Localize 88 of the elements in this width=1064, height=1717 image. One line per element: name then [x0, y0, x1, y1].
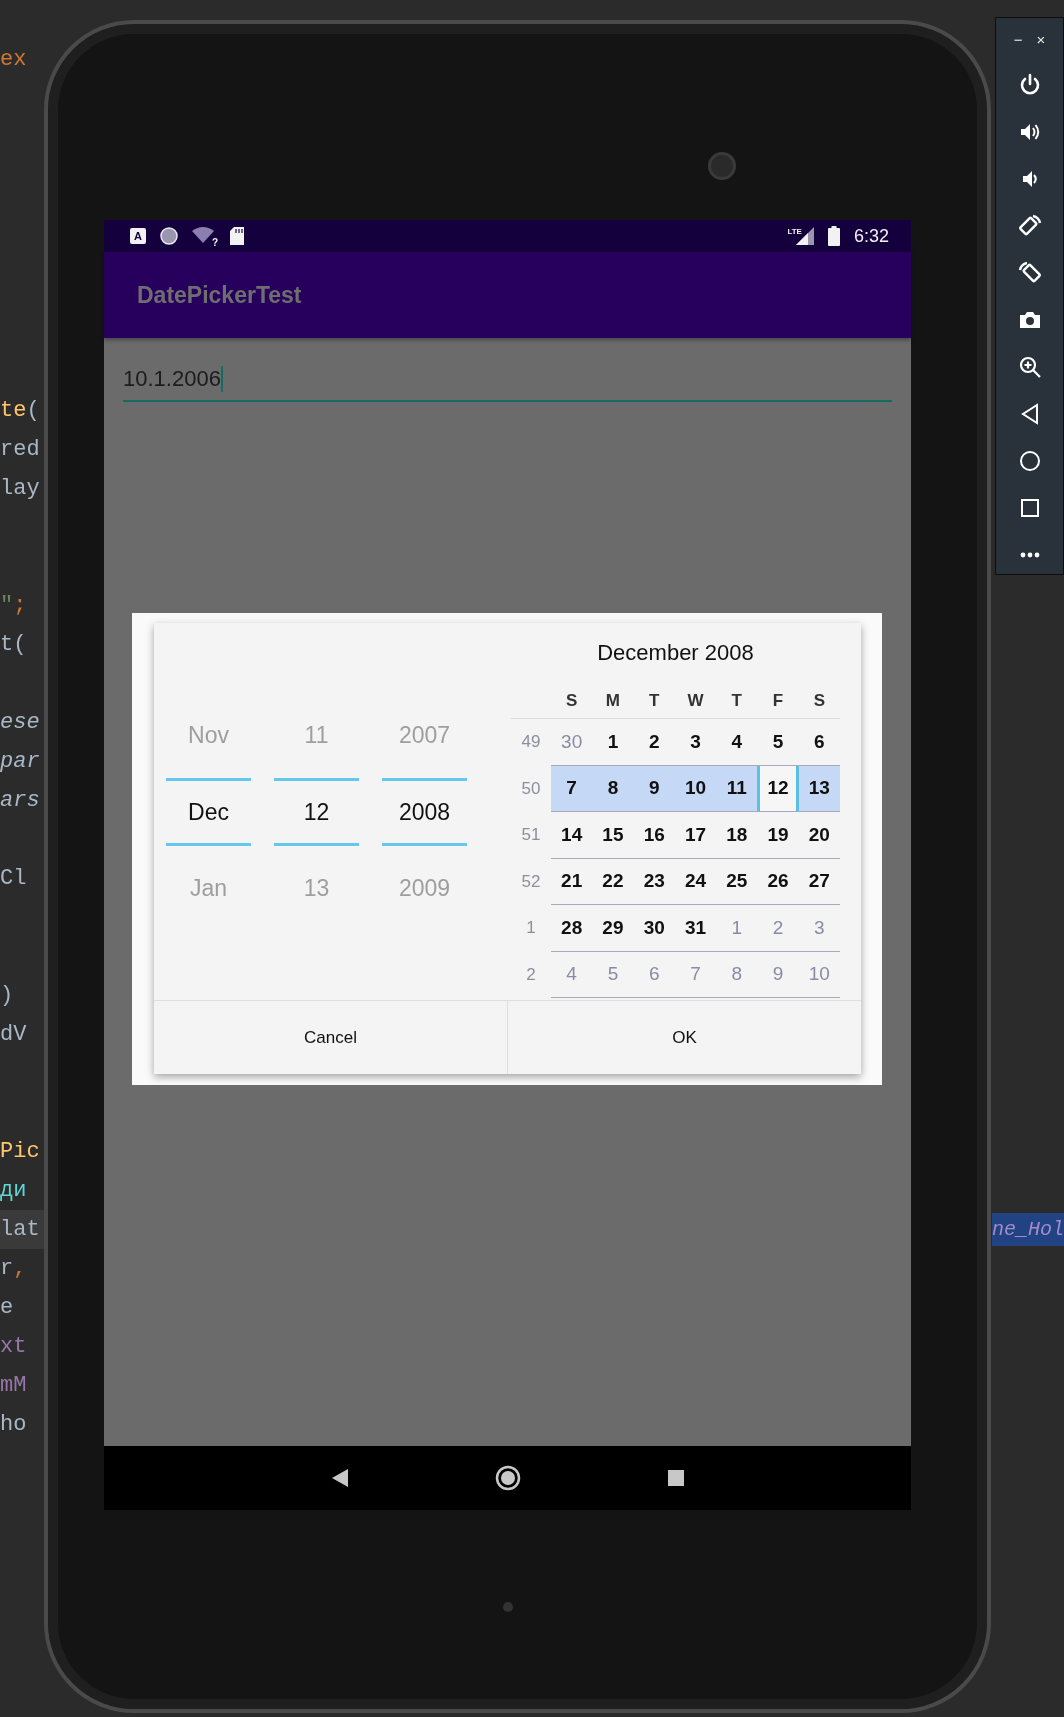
- calendar-day[interactable]: 28: [551, 905, 593, 952]
- spinner-value[interactable]: 12: [274, 778, 359, 846]
- weekday-label: T: [648, 690, 661, 711]
- back-icon[interactable]: [330, 1468, 349, 1488]
- calendar-day[interactable]: 24: [674, 858, 717, 905]
- notification-icon: A: [130, 228, 146, 244]
- calendar-day[interactable]: 14: [551, 812, 593, 859]
- spinner-value[interactable]: 2008: [382, 778, 467, 846]
- calendar-day[interactable]: 22: [592, 858, 634, 905]
- close-button[interactable]: ×: [1036, 30, 1046, 48]
- code-line: ex: [0, 46, 28, 74]
- sensor-dot-icon: [503, 1602, 513, 1612]
- overview-icon[interactable]: [666, 1469, 685, 1487]
- calendar-day[interactable]: 3: [674, 719, 717, 766]
- code-line: ars: [0, 787, 41, 815]
- selected-code-text: ne_Hol: [992, 1213, 1064, 1246]
- calendar-day[interactable]: 16: [633, 812, 675, 859]
- minimize-button[interactable]: −: [1013, 30, 1023, 48]
- app-title: DatePickerTest: [137, 281, 302, 309]
- weekday-label: T: [730, 690, 743, 711]
- code-line: ди: [0, 1177, 28, 1205]
- code-line: lay: [0, 475, 41, 503]
- dialog-button[interactable]: OK: [507, 1001, 861, 1074]
- code-line: dV: [0, 1021, 28, 1049]
- circle-icon: [160, 227, 178, 245]
- clock-time: 6:32: [853, 225, 889, 247]
- calendar-day[interactable]: 4: [716, 719, 758, 766]
- code-line: par: [0, 748, 41, 776]
- code-line: te(: [0, 397, 41, 425]
- calendar-day[interactable]: 26: [757, 858, 799, 905]
- dialog-button[interactable]: Cancel: [154, 1001, 507, 1074]
- weekday-label: S: [812, 690, 826, 711]
- calendar-day[interactable]: 5: [757, 719, 799, 766]
- week-number: 49: [520, 731, 542, 754]
- calendar-day[interactable]: 7: [551, 765, 593, 812]
- calendar-day[interactable]: 17: [674, 812, 717, 859]
- home-icon[interactable]: [1017, 449, 1042, 473]
- calendar-day[interactable]: 27: [798, 858, 840, 905]
- calendar-day[interactable]: 1: [592, 719, 634, 766]
- weekday-label: M: [604, 690, 621, 711]
- calendar-day[interactable]: 29: [592, 905, 634, 952]
- week-number: 2: [525, 963, 537, 986]
- weekday-label: S: [564, 690, 579, 711]
- code-line: ): [0, 982, 15, 1010]
- code-line: r,: [0, 1255, 28, 1283]
- calendar-day[interactable]: 13: [798, 765, 840, 812]
- calendar-day[interactable]: 30: [633, 905, 675, 952]
- code-line: Pic: [0, 1138, 41, 1166]
- wifi-icon: ?: [192, 227, 216, 245]
- calendar-day[interactable]: 20: [798, 812, 840, 859]
- calendar-day[interactable]: 21: [551, 858, 593, 905]
- month-title: December 2008: [596, 639, 755, 667]
- week-number: 52: [520, 870, 542, 893]
- calendar-day[interactable]: 18: [716, 812, 758, 859]
- code-line: mM: [0, 1372, 28, 1400]
- rotate-left-icon[interactable]: [1017, 214, 1042, 238]
- calendar-day[interactable]: 15: [592, 812, 634, 859]
- weekday-label: W: [686, 690, 705, 711]
- zoom-in-icon[interactable]: [1017, 355, 1042, 379]
- calendar-day[interactable]: 8: [592, 765, 634, 812]
- code-line: t(: [0, 631, 28, 659]
- code-line: Cl: [0, 865, 28, 893]
- home-icon[interactable]: [494, 1465, 521, 1491]
- calendar-day[interactable]: 23: [633, 858, 675, 905]
- calendar-day[interactable]: 25: [716, 858, 758, 905]
- spinner-value[interactable]: Dec: [166, 778, 251, 846]
- code-line: ho: [0, 1411, 28, 1439]
- code-line: ";: [0, 592, 28, 620]
- code-line: red: [0, 436, 41, 464]
- camera-icon: [708, 152, 736, 180]
- week-number: 51: [520, 824, 542, 847]
- calendar-day[interactable]: 2: [633, 719, 675, 766]
- calendar-day[interactable]: 10: [674, 765, 717, 812]
- calendar-day[interactable]: 31: [674, 905, 717, 952]
- calendar-day[interactable]: 6: [798, 719, 840, 766]
- code-line: xt: [0, 1333, 28, 1361]
- week-number: 50: [520, 777, 542, 800]
- calendar-day[interactable]: 12: [757, 765, 799, 812]
- calendar-day[interactable]: 19: [757, 812, 799, 859]
- calendar-day[interactable]: 11: [716, 765, 758, 812]
- rotate-right-icon[interactable]: [1017, 261, 1042, 285]
- battery-icon: [827, 226, 840, 246]
- code-line: e: [0, 1294, 15, 1322]
- week-number: 1: [525, 917, 537, 940]
- sd-card-icon: [230, 227, 244, 245]
- code-line: ese: [0, 709, 41, 737]
- weekday-label: F: [771, 690, 785, 711]
- calendar-day[interactable]: 9: [633, 765, 675, 812]
